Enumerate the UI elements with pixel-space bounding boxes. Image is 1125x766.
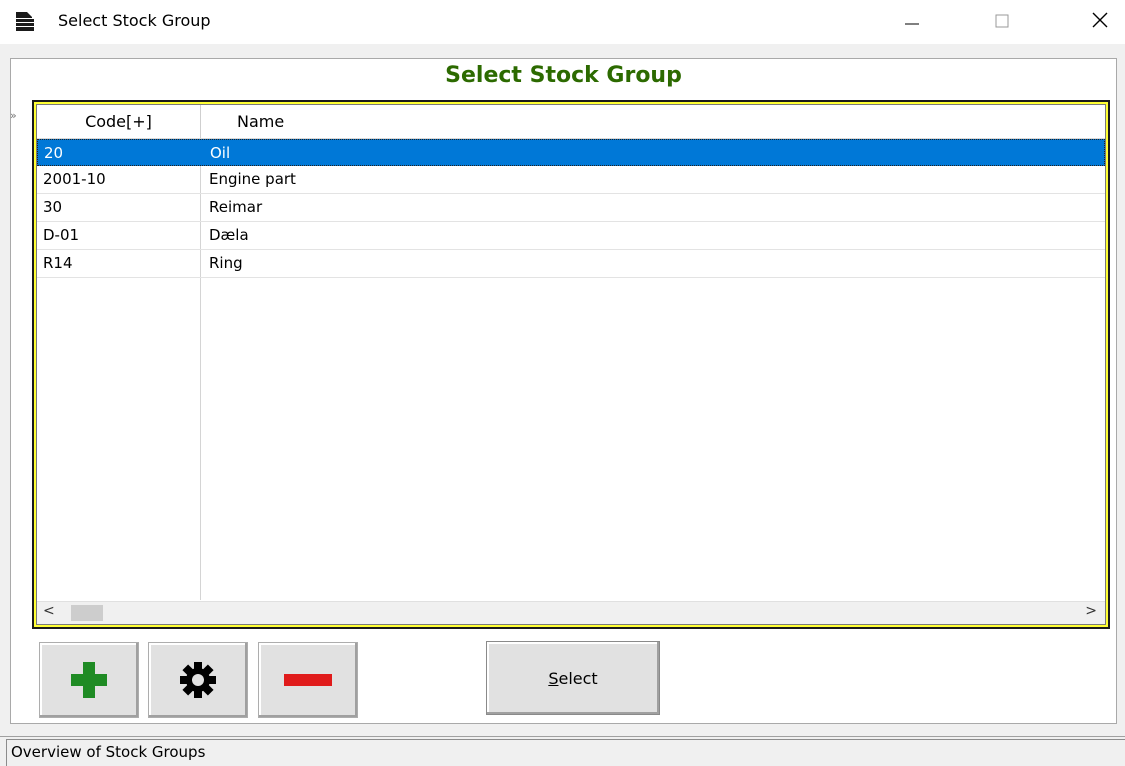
select-button-label: elect (558, 668, 598, 688)
maximize-icon (995, 14, 1009, 28)
add-button[interactable] (39, 642, 139, 718)
window-titlebar: Select Stock Group (0, 0, 1125, 44)
plus-icon (71, 662, 107, 698)
table-row[interactable]: D-01 Dæla (37, 222, 1105, 250)
table-row[interactable]: 2001-10 Engine part (37, 166, 1105, 194)
form-area: Select Stock Group » Code[+] Name 20 Oil… (0, 44, 1125, 736)
cell-code: 2001-10 (43, 170, 106, 188)
scrollbar-thumb[interactable] (71, 605, 103, 621)
scroll-left-icon[interactable]: < (43, 603, 55, 619)
status-bar: Overview of Stock Groups (0, 736, 1125, 766)
select-button-mnemonic: S (548, 668, 559, 688)
cell-code: R14 (43, 254, 73, 272)
cell-code: 20 (44, 144, 64, 162)
cell-name: Reimar (209, 198, 263, 216)
select-button[interactable]: Select (486, 641, 660, 715)
horizontal-scrollbar[interactable]: < > (37, 601, 1105, 624)
main-panel: Select Stock Group » Code[+] Name 20 Oil… (10, 58, 1117, 724)
grid-header: Code[+] Name (37, 105, 1105, 139)
page-title: Select Stock Group (445, 63, 682, 88)
minimize-icon (905, 23, 919, 25)
stock-group-grid[interactable]: Code[+] Name 20 Oil 2001-10 Engine part … (36, 104, 1106, 625)
cell-code: 30 (43, 198, 63, 216)
row-expander-icon: » (10, 109, 17, 122)
cell-name: Engine part (209, 170, 296, 188)
table-row[interactable]: 30 Reimar (37, 194, 1105, 222)
close-button[interactable] (1078, 0, 1122, 40)
window-title: Select Stock Group (58, 11, 211, 30)
table-row[interactable]: R14 Ring (37, 250, 1105, 278)
close-icon (1092, 12, 1108, 28)
settings-button[interactable] (148, 642, 248, 718)
column-header-code[interactable]: Code[+] (37, 105, 201, 138)
maximize-button[interactable] (980, 0, 1024, 40)
document-window-icon (16, 12, 34, 31)
remove-button[interactable] (258, 642, 358, 718)
grid-highlight-frame: Code[+] Name 20 Oil 2001-10 Engine part … (32, 100, 1110, 629)
cell-name: Ring (209, 254, 243, 272)
cell-name: Oil (210, 144, 231, 162)
minimize-button[interactable] (890, 0, 934, 40)
grid-rows: 20 Oil 2001-10 Engine part 30 Reimar D-0… (37, 139, 1105, 278)
minus-icon (284, 674, 332, 686)
scroll-right-icon[interactable]: > (1085, 603, 1097, 619)
cell-name: Dæla (209, 226, 249, 244)
gear-icon (180, 662, 216, 698)
column-header-name[interactable]: Name (237, 105, 284, 138)
status-text: Overview of Stock Groups (6, 739, 1125, 766)
table-row[interactable]: 20 Oil (37, 139, 1105, 166)
cell-code: D-01 (43, 226, 80, 244)
